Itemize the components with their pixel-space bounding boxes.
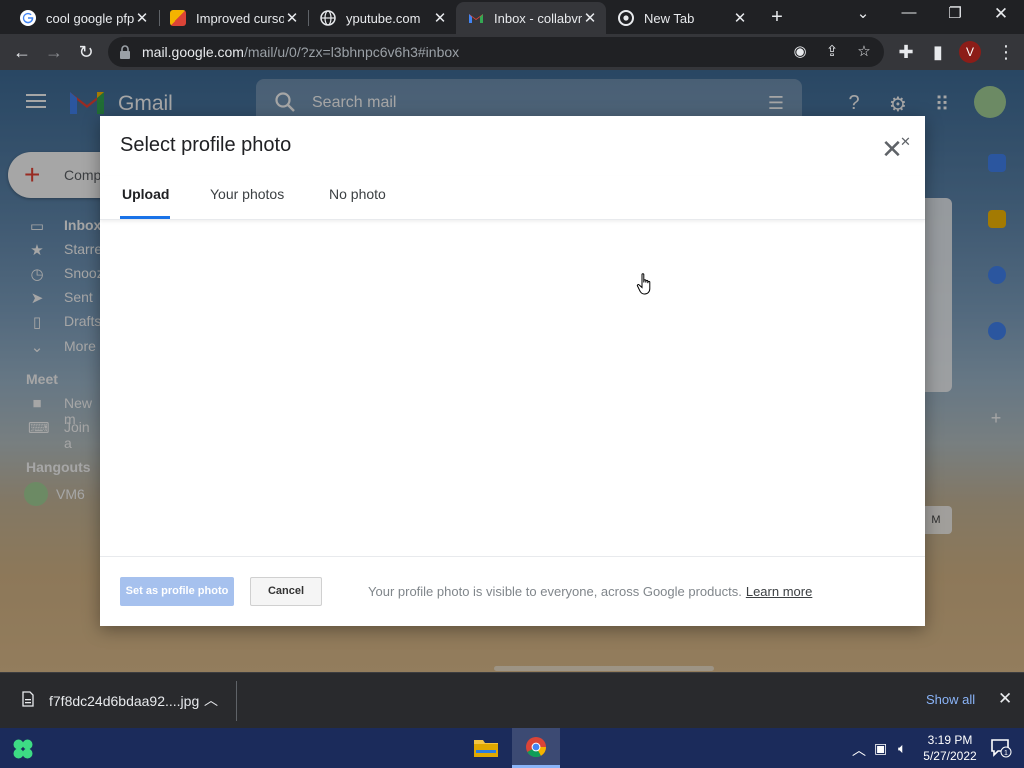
dialog-footer: Set as profile photo Cancel Your profile… [100, 556, 925, 626]
notification-center-icon[interactable]: 1 [990, 738, 1012, 758]
eye-slash-icon[interactable]: ◉ [790, 42, 810, 60]
globe-icon [320, 10, 336, 26]
minimize-button[interactable]: — [894, 4, 924, 21]
download-file-name[interactable]: f7f8dc24d6bdaa92....jpg [49, 693, 199, 709]
browser-toolbar: ← → ↻ mail.google.com/mail/u/0/?zx=l3bhn… [0, 34, 1024, 70]
browser-tab-1[interactable]: cool google pfp ✕ [8, 2, 158, 34]
network-icon[interactable]: ▣ [874, 740, 887, 757]
hand-pointer-icon [636, 273, 651, 295]
set-as-profile-photo-button[interactable]: Set as profile photo [120, 577, 234, 606]
restore-button[interactable]: ❐ [940, 4, 970, 22]
file-icon [22, 691, 34, 707]
tab-your-photos[interactable]: Your photos [210, 186, 284, 202]
close-tab-icon[interactable]: ✕ [732, 9, 748, 27]
clock-date: 5/27/2022 [923, 749, 977, 763]
active-tab-indicator [120, 216, 170, 219]
colorful-square-icon [170, 10, 186, 26]
learn-more-link[interactable]: Learn more [746, 584, 812, 599]
bookmark-star-icon[interactable]: ☆ [854, 42, 874, 60]
new-tab-button[interactable]: + [766, 6, 788, 29]
close-window-button[interactable]: ✕ [986, 4, 1016, 24]
more-menu-icon[interactable]: ⋮ [994, 40, 1018, 64]
dialog-title: Select profile photo [120, 134, 292, 156]
browser-tab-5[interactable]: New Tab ✕ [606, 2, 756, 34]
show-all-button[interactable]: Show all [926, 692, 975, 707]
close-small-icon[interactable]: ✕ [900, 134, 911, 150]
google-g-icon [20, 10, 36, 26]
profile-avatar[interactable]: V [959, 41, 981, 63]
svg-text:1: 1 [1004, 750, 1008, 757]
chevron-up-icon[interactable]: ︿ [204, 690, 218, 710]
close-tab-icon[interactable]: ✕ [582, 9, 598, 27]
browser-tab-3[interactable]: yputube.com ✕ [308, 2, 456, 34]
forward-icon[interactable]: → [42, 40, 66, 64]
tab-title: Inbox - collabvm [494, 10, 582, 26]
folder-icon [474, 740, 498, 757]
visibility-note: Your profile photo is visible to everyon… [368, 584, 813, 599]
tab-upload[interactable]: Upload [122, 186, 169, 202]
back-icon[interactable]: ← [10, 40, 34, 64]
close-download-bar-icon[interactable]: ✕ [998, 689, 1012, 709]
url-text: mail.google.com/mail/u/0/?zx=l3bhnpc6v6h… [142, 44, 460, 60]
photo-source-tabs: Upload Your photos No photo [100, 176, 925, 220]
volume-icon[interactable]: 🔈︎ [898, 740, 906, 757]
chrome-app[interactable] [512, 728, 560, 768]
file-explorer-app[interactable] [462, 728, 510, 768]
chrome-icon [526, 737, 547, 758]
close-tab-icon[interactable]: ✕ [134, 9, 150, 27]
cancel-button[interactable]: Cancel [250, 577, 322, 606]
side-panel-icon[interactable]: ▮ [926, 40, 950, 64]
close-tab-icon[interactable]: ✕ [284, 9, 300, 27]
download-separator [236, 681, 237, 721]
tab-title: New Tab [644, 10, 695, 26]
system-clock[interactable]: 3:19 PM 5/27/2022 [922, 732, 978, 764]
reload-icon[interactable]: ↻ [74, 40, 98, 64]
start-clover-icon[interactable] [12, 738, 34, 760]
tab-strip: cool google pfp ✕ Improved curso ✕ yputu… [0, 0, 1024, 34]
browser-tab-2[interactable]: Improved curso ✕ [158, 2, 308, 34]
close-tab-icon[interactable]: ✕ [432, 9, 448, 27]
tab-search-icon[interactable]: ⌄ [848, 4, 878, 22]
download-bar: f7f8dc24d6bdaa92....jpg ︿ Show all ✕ [0, 672, 1024, 728]
tab-title: yputube.com [346, 10, 421, 26]
tray-expand-icon[interactable]: ︿ [852, 740, 866, 760]
tab-title: Improved curso [196, 10, 284, 26]
share-icon[interactable]: ⇪ [822, 42, 842, 60]
select-profile-photo-dialog: Select profile photo ✕ ✕ Upload Your pho… [100, 116, 925, 626]
chrome-icon [618, 10, 634, 26]
address-bar[interactable]: mail.google.com/mail/u/0/?zx=l3bhnpc6v6h… [108, 37, 884, 67]
lock-icon [120, 45, 130, 59]
clock-time: 3:19 PM [927, 733, 973, 747]
gmail-icon [468, 10, 484, 26]
tab-no-photo[interactable]: No photo [329, 186, 386, 202]
browser-tab-4[interactable]: Inbox - collabvm ✕ [456, 2, 606, 34]
extensions-icon[interactable]: ✚ [894, 40, 918, 64]
tab-title: cool google pfp [46, 10, 134, 26]
upload-area[interactable] [100, 221, 925, 556]
windows-taskbar: ︿ ▣ 🔈︎ 3:19 PM 5/27/2022 1 [0, 728, 1024, 768]
